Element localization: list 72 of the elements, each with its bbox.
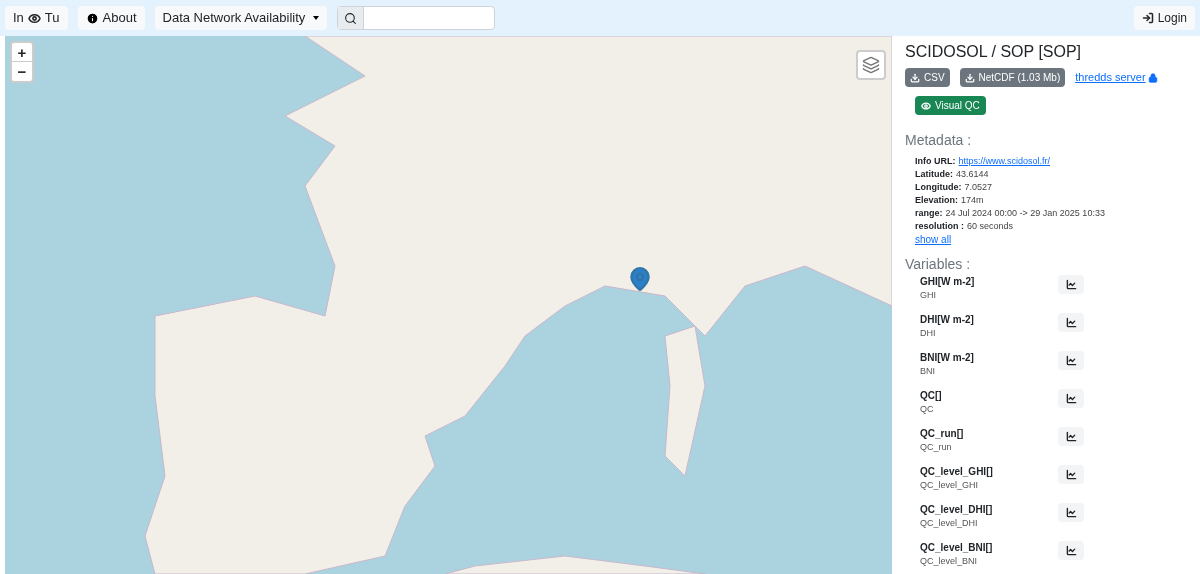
thredds-link[interactable]: thredds server (1075, 69, 1158, 86)
variable-name: BNI[W m-2] (920, 351, 975, 365)
map-view[interactable]: + − (5, 36, 892, 574)
chart-button[interactable] (1058, 313, 1084, 332)
layers-button[interactable] (856, 50, 886, 80)
line-chart-icon (1065, 393, 1077, 404)
chart-button[interactable] (1058, 541, 1084, 560)
lock-icon (1147, 72, 1158, 83)
download-button[interactable]: CSV (905, 68, 950, 87)
line-chart-icon (1065, 507, 1077, 518)
info-icon (85, 11, 99, 25)
metadata-label: resolution : (915, 220, 964, 233)
variable-short-name: DHI (920, 327, 937, 340)
variable-name: DHI[W m-2] (920, 313, 975, 327)
variable-short-name: QC_level_GHI (920, 479, 980, 492)
variable-short-name: QC (920, 403, 935, 416)
download-icon (964, 72, 975, 83)
line-chart-icon (1065, 355, 1077, 366)
variable-name: QC_level_BNI[] (920, 541, 994, 555)
station-title: SCIDOSOL / SOP [SOP] (905, 42, 1083, 62)
variable-name: QC_level_DHI[] (920, 503, 994, 517)
search-icon (338, 7, 365, 29)
eye-icon (27, 11, 41, 25)
variable-short-name: QC_level_BNI (920, 555, 979, 568)
line-chart-icon (1065, 279, 1077, 290)
download-button[interactable]: NetCDF (1.03 Mb) (959, 68, 1066, 87)
metadata-heading: Metadata : (905, 131, 973, 150)
metadata-label: Elevation: (915, 194, 958, 207)
metadata-label: range: (915, 207, 943, 220)
zoom-in-button[interactable]: + (12, 43, 32, 62)
variable-name: QC_run[] (920, 427, 965, 441)
chart-button[interactable] (1058, 351, 1084, 370)
line-chart-icon (1065, 317, 1077, 328)
login-icon (1141, 12, 1154, 24)
line-chart-icon (1065, 469, 1077, 480)
zoom-out-button[interactable]: − (12, 62, 32, 81)
variable-short-name: QC_level_DHI (920, 517, 979, 530)
metadata-value: 24 Jul 2024 00:00 -> 29 Jan 2025 10:33 (945, 207, 1105, 220)
line-chart-icon (1065, 431, 1077, 442)
metadata-value: 43.6144 (956, 168, 989, 181)
chart-button[interactable] (1058, 427, 1084, 446)
layers-icon (862, 56, 880, 74)
caret-icon (313, 16, 320, 20)
variables-heading: Variables : (905, 255, 972, 274)
show-all-link[interactable]: show all (915, 233, 952, 246)
brand-button[interactable]: In Tu (5, 6, 68, 30)
info-url-link[interactable]: https://www.scidosol.fr/ (958, 155, 1051, 168)
variable-name: GHI[W m-2] (920, 275, 976, 289)
variable-name: QC_level_GHI[] (920, 465, 994, 479)
about-button[interactable]: About (77, 6, 145, 30)
variable-short-name: QC_run (920, 441, 953, 454)
variable-short-name: GHI (920, 289, 937, 302)
chart-button[interactable] (1058, 389, 1084, 408)
map-marker-icon (627, 266, 653, 292)
line-chart-icon (1065, 545, 1077, 556)
metadata-label: Longitude: (915, 181, 962, 194)
chart-button[interactable] (1058, 503, 1084, 522)
metadata-label: Info URL: (915, 155, 956, 168)
chart-button[interactable] (1058, 465, 1084, 484)
visual-qc-button[interactable]: Visual QC (915, 96, 986, 115)
download-icon (910, 72, 920, 83)
dropdown-button[interactable]: Data Network Availability (154, 6, 328, 30)
metadata-value: 60 seconds (967, 220, 1014, 233)
metadata-value: 174m (961, 194, 984, 207)
metadata-label: Latitude: (915, 168, 953, 181)
metadata-value: 7.0527 (964, 181, 993, 194)
search-field[interactable] (337, 6, 496, 30)
variable-short-name: BNI (920, 365, 936, 378)
chart-button[interactable] (1058, 275, 1084, 294)
variable-name: QC[] (920, 389, 943, 403)
login-button[interactable]: Login (1133, 6, 1195, 30)
eye-icon (921, 100, 931, 111)
